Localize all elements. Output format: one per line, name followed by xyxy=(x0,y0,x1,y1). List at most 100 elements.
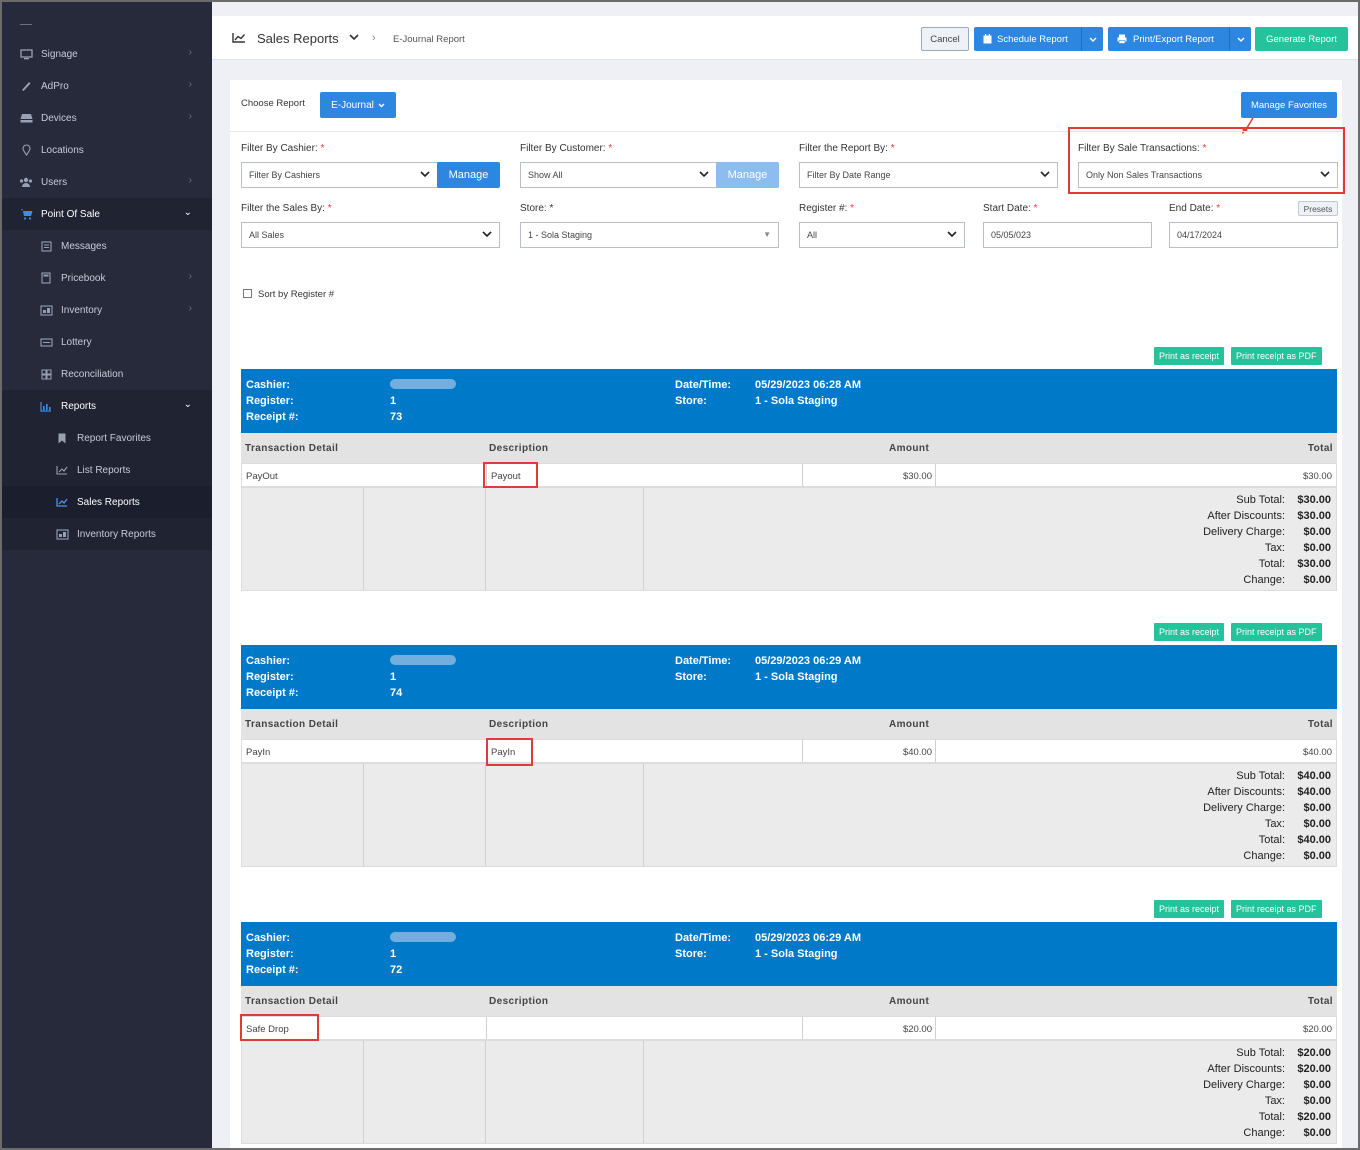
area-chart-icon xyxy=(232,31,247,46)
generate-report-button[interactable]: Generate Report xyxy=(1255,27,1348,51)
manage-favorites-button[interactable]: Manage Favorites xyxy=(1241,92,1337,118)
sales-by-value: All Sales xyxy=(249,230,285,240)
bar-chart-icon xyxy=(39,400,53,412)
sidebar-item-report-favorites[interactable]: Report Favorites xyxy=(2,422,212,454)
sidebar-item-locations[interactable]: Locations xyxy=(2,134,212,166)
sales-by-select[interactable]: All Sales xyxy=(241,222,500,248)
start-date-input[interactable]: 05/05/023 xyxy=(983,222,1152,248)
receipt-number: 72 xyxy=(390,964,403,976)
datetime-key: Date/Time: xyxy=(675,379,732,391)
schedule-report-button[interactable]: Schedule Report xyxy=(974,27,1103,51)
printer-icon xyxy=(1117,34,1127,44)
sale-transactions-select[interactable]: Only Non Sales Transactions xyxy=(1078,162,1338,188)
print-as-receipt-button[interactable]: Print as receipt xyxy=(1154,347,1225,365)
sidebar-item-label: Inventory xyxy=(61,304,103,316)
datetime-value: 05/29/2023 06:29 AM xyxy=(755,655,861,667)
print-as-receipt-button[interactable]: Print as receipt xyxy=(1154,900,1225,918)
cashier-name-redacted xyxy=(390,655,456,668)
sidebar-item-point-of-sale[interactable]: Point Of Sale ⌄ xyxy=(2,198,212,230)
sidebar-item-messages[interactable]: Messages xyxy=(2,230,212,262)
store-value: 1 - Sola Staging xyxy=(528,230,593,240)
sidebar-item-inventory-reports[interactable]: Inventory Reports xyxy=(2,518,212,550)
sidebar-item-pricebook[interactable]: Pricebook › xyxy=(2,262,212,294)
ticket-icon xyxy=(39,336,53,348)
receipt-key: Receipt #: xyxy=(246,411,299,423)
receipt-table-header: Transaction Detail Description Amount To… xyxy=(241,986,1337,1016)
chevron-down-icon[interactable] xyxy=(1081,27,1103,51)
sidebar-item-reconciliation[interactable]: Reconciliation xyxy=(2,358,212,390)
receipt-number: 74 xyxy=(390,687,403,699)
sidebar-item-inventory[interactable]: Inventory › xyxy=(2,294,212,326)
presets-button[interactable]: Presets xyxy=(1298,201,1338,216)
cashier-filter-select[interactable]: Filter By Cashiers xyxy=(241,162,438,188)
col-amount: Amount xyxy=(889,719,930,730)
cancel-button[interactable]: Cancel xyxy=(921,27,969,51)
chevron-down-icon xyxy=(947,229,957,241)
sidebar-item-adpro[interactable]: AdPro › xyxy=(2,70,212,102)
register-select[interactable]: All xyxy=(799,222,965,248)
register-value: 1 xyxy=(390,671,397,683)
sidebar-item-label: AdPro xyxy=(41,80,69,92)
col-amount: Amount xyxy=(889,996,930,1007)
calculator-icon xyxy=(39,272,53,284)
choose-report-dropdown[interactable]: E-Journal xyxy=(320,92,396,118)
sidebar-item-label: Users xyxy=(41,176,68,188)
sidebar-item-label: Messages xyxy=(61,240,107,252)
col-description: Description xyxy=(489,719,549,730)
receipt-header: Cashier: Register: 1 Receipt #: 73 Date/… xyxy=(241,369,1337,433)
page-title-dropdown[interactable]: Sales Reports xyxy=(232,31,359,46)
customer-filter-value: Show All xyxy=(528,170,563,180)
start-date-label: Start Date: * xyxy=(983,203,1038,214)
register-value: 1 xyxy=(390,395,397,407)
col-total: Total xyxy=(1307,719,1333,730)
chevron-down-icon: ⌄ xyxy=(183,399,192,410)
brush-icon xyxy=(19,80,33,92)
print-receipt-pdf-button[interactable]: Print receipt as PDF xyxy=(1231,900,1322,918)
sidebar-item-label: Inventory Reports xyxy=(77,528,156,540)
end-date-label: End Date: * xyxy=(1169,203,1221,214)
sidebar-item-list-reports[interactable]: List Reports xyxy=(2,454,212,486)
print-receipt-pdf-button[interactable]: Print receipt as PDF xyxy=(1231,347,1322,365)
report-by-select[interactable]: Filter By Date Range xyxy=(799,162,1058,188)
col-total: Total xyxy=(1307,996,1333,1007)
monitor-icon xyxy=(19,48,33,60)
total: $30.00 xyxy=(1302,471,1332,482)
breadcrumb: E-Journal Report xyxy=(393,34,465,45)
sidebar-item-lottery[interactable]: Lottery xyxy=(2,326,212,358)
sidebar-item-devices[interactable]: Devices › xyxy=(2,102,212,134)
manage-customers-button[interactable]: Manage xyxy=(716,162,779,188)
highlight-box xyxy=(486,738,533,766)
manage-cashiers-button[interactable]: Manage xyxy=(437,162,500,188)
receipt-table-header: Transaction Detail Description Amount To… xyxy=(241,433,1337,463)
customer-filter-select[interactable]: Show All xyxy=(520,162,717,188)
print-as-receipt-button[interactable]: Print as receipt xyxy=(1154,623,1225,641)
sidebar-item-users[interactable]: Users › xyxy=(2,166,212,198)
store-select[interactable]: 1 - Sola Staging ▼ xyxy=(520,222,779,248)
top-strip xyxy=(212,2,1358,16)
print-receipt-pdf-button[interactable]: Print receipt as PDF xyxy=(1231,623,1322,641)
customer-filter-label: Filter By Customer: * xyxy=(520,143,613,154)
receipt-footer: Sub Total: $20.00 After Discounts: $20.00 … xyxy=(241,1040,1337,1144)
receipt-table: Transaction Detail Description Amount To… xyxy=(241,986,1337,1144)
receipt-actions: Print as receipt Print receipt as PDF xyxy=(1154,347,1322,365)
chevron-down-icon[interactable] xyxy=(1229,27,1251,51)
sales-by-label: Filter the Sales By: * xyxy=(241,203,332,214)
chevron-right-icon: › xyxy=(188,111,192,122)
receipt-footer: Sub Total: $30.00 After Discounts: $30.00 … xyxy=(241,487,1337,591)
receipt-number: 73 xyxy=(390,411,403,423)
sidebar-item-reports[interactable]: Reports ⌄ xyxy=(2,390,212,422)
receipt-table: Transaction Detail Description Amount To… xyxy=(241,709,1337,867)
print-export-label: Print/Export Report xyxy=(1133,33,1214,45)
sidebar-item-sales-reports[interactable]: Sales Reports xyxy=(2,486,212,518)
choose-report-value: E-Journal xyxy=(331,99,374,111)
cart-icon xyxy=(19,208,33,220)
sidebar-item-label: Reconciliation xyxy=(61,368,124,380)
table-row: PayOut Payout $30.00 $30.00 xyxy=(241,463,1337,487)
sidebar-item-signage[interactable]: Signage › xyxy=(2,38,212,70)
sidebar-item-label: Report Favorites xyxy=(77,432,151,444)
table-row: PayIn PayIn $40.00 $40.00 xyxy=(241,739,1337,763)
report-by-label: Filter the Report By: * xyxy=(799,143,895,154)
sort-by-register-checkbox[interactable] xyxy=(243,289,252,298)
end-date-input[interactable]: 04/17/2024 xyxy=(1169,222,1338,248)
print-export-button[interactable]: Print/Export Report xyxy=(1108,27,1251,51)
